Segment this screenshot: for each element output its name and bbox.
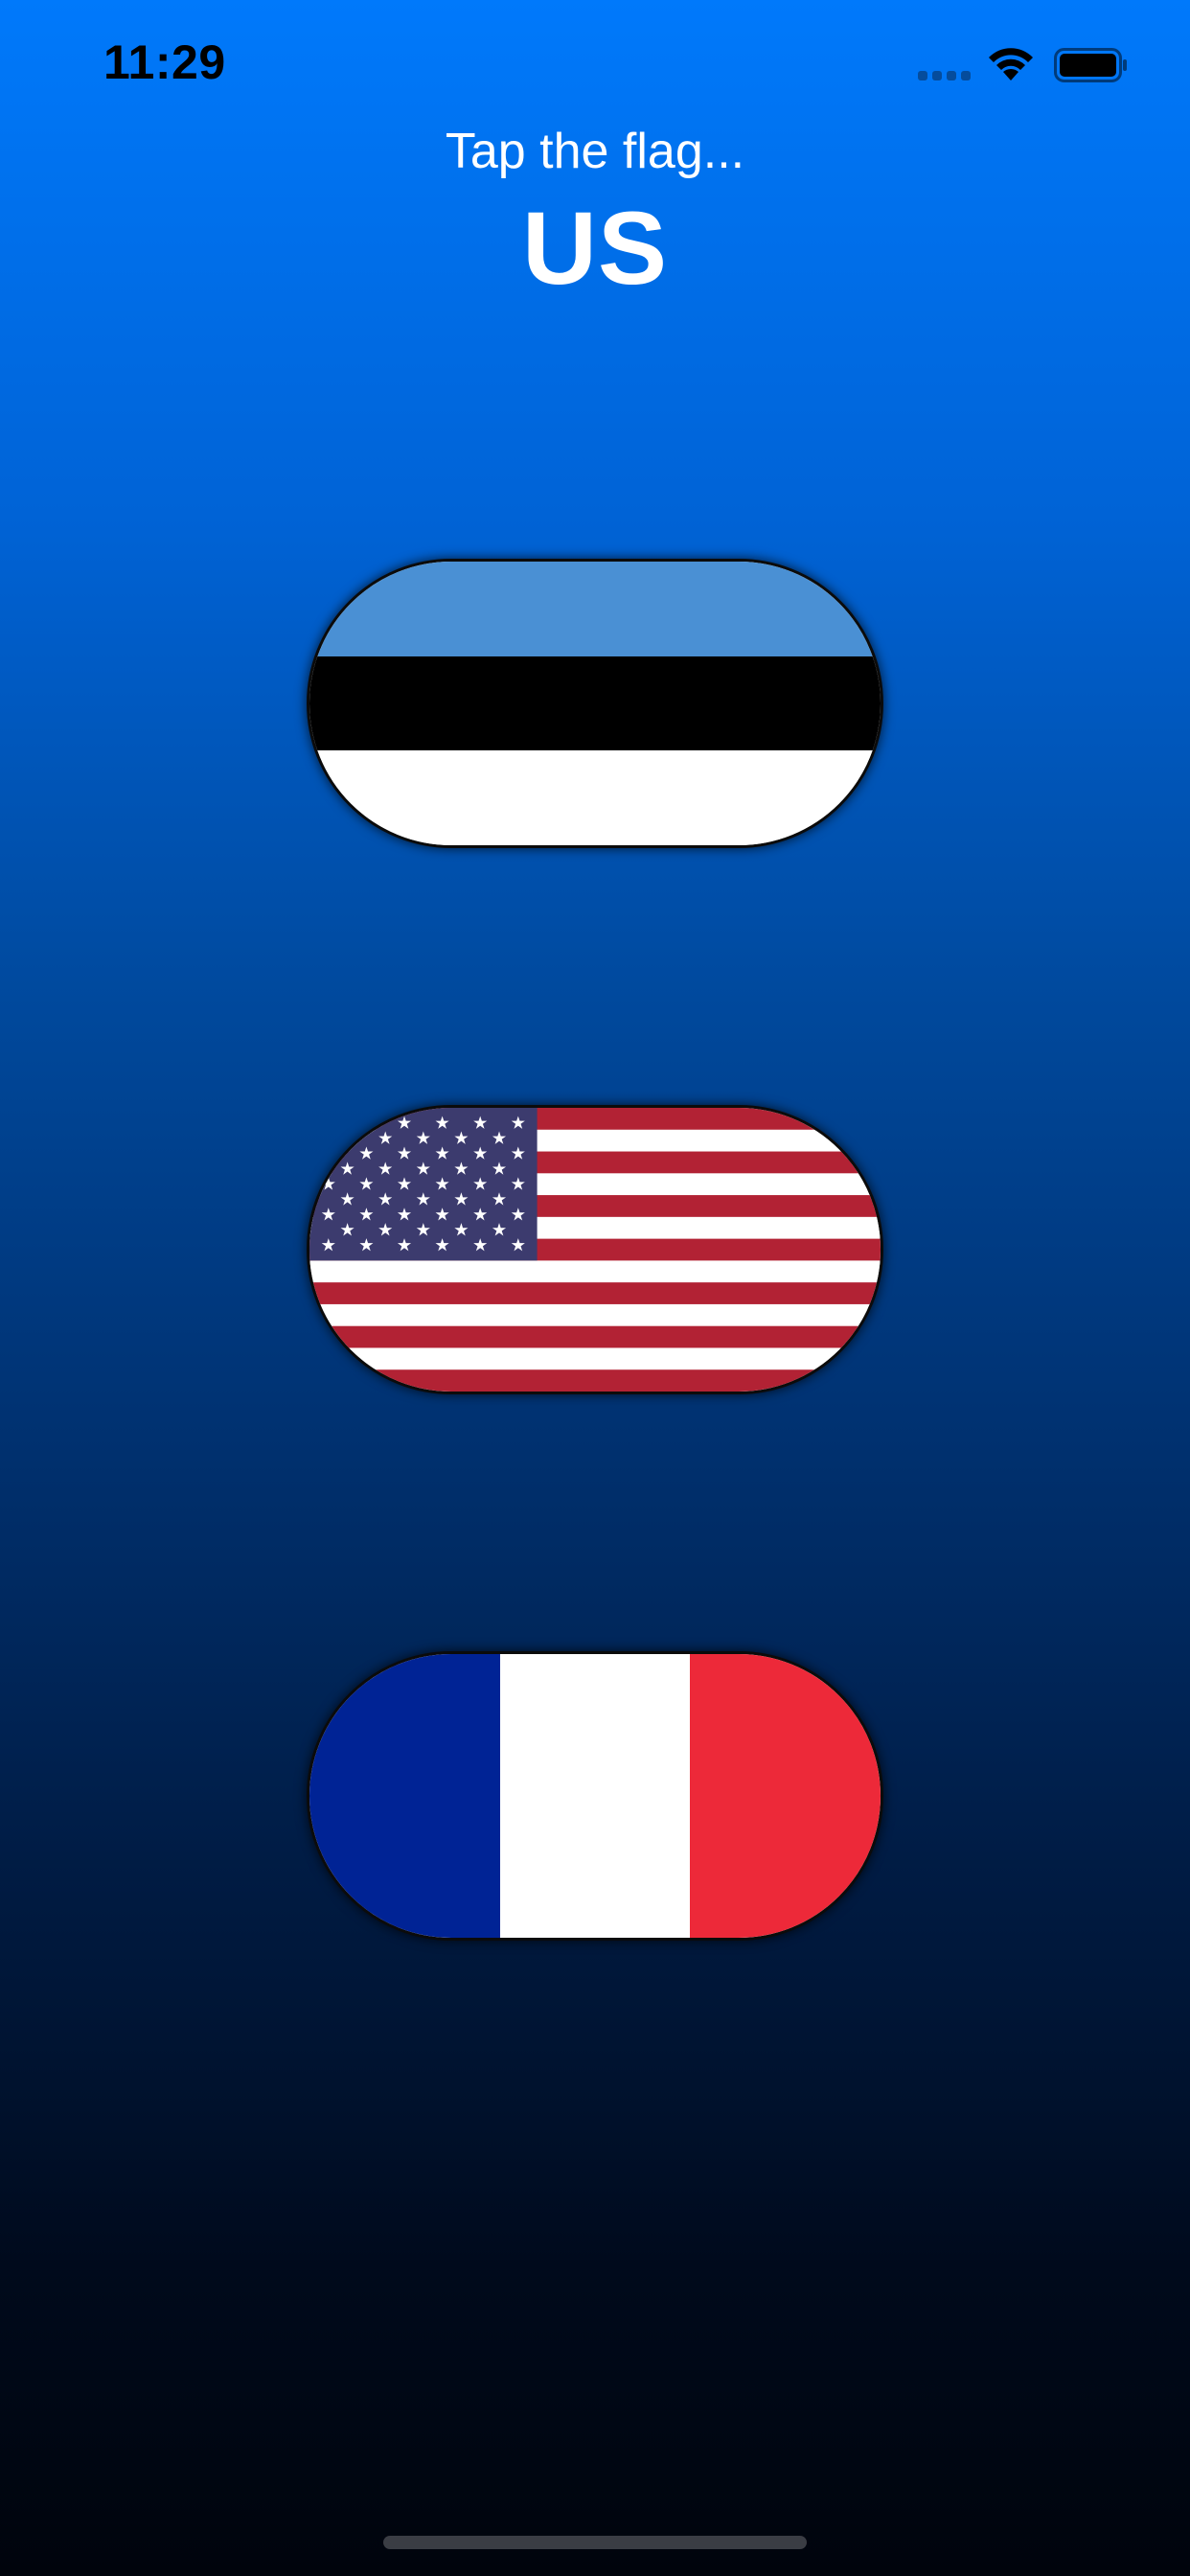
flag-button-us[interactable] [307,1105,883,1394]
prompt-text: Tap the flag... [445,124,745,179]
target-country: US [521,190,669,306]
estonia-flag-icon [309,562,881,845]
flag-button-france[interactable] [307,1651,883,1941]
france-flag-icon [309,1654,881,1938]
battery-icon [1054,48,1127,82]
status-bar: 11:29 [0,0,1190,125]
cellular-signal-icon [918,71,972,80]
wifi-icon [989,48,1033,80]
us-flag-icon [309,1108,881,1392]
home-indicator[interactable] [383,2536,807,2549]
status-time: 11:29 [103,35,226,89]
flag-button-estonia[interactable] [307,559,883,848]
